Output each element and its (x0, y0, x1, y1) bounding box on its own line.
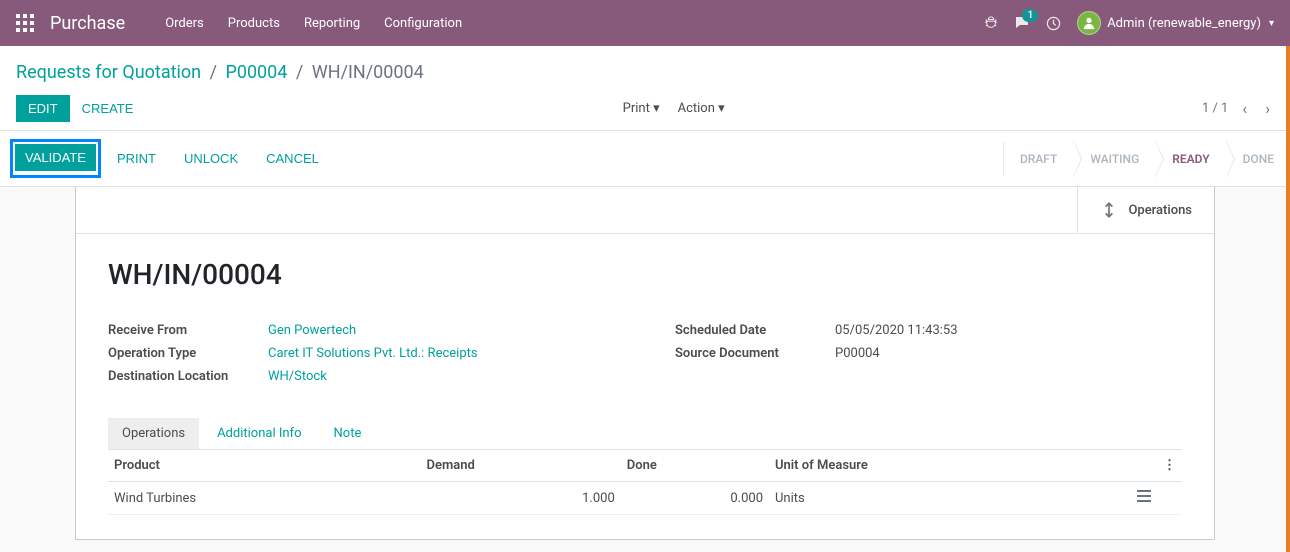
cell-product: Wind Turbines (108, 482, 421, 515)
receive-from-label: Receive From (108, 323, 268, 338)
nav-products[interactable]: Products (228, 16, 280, 31)
scheduled-date-label: Scheduled Date (675, 323, 835, 338)
operation-type-value[interactable]: Caret IT Solutions Pvt. Ltd.: Receipts (268, 346, 478, 361)
caret-down-icon: ▾ (1269, 18, 1274, 29)
chat-count-badge: 1 (1022, 9, 1038, 22)
edit-button[interactable]: Edit (16, 95, 70, 122)
status-ready[interactable]: Ready (1155, 142, 1225, 176)
cancel-button[interactable]: Cancel (254, 145, 331, 172)
avatar (1077, 11, 1101, 35)
row-detail-icon[interactable] (1117, 482, 1157, 515)
destination-label: Destination Location (108, 369, 268, 384)
print-dropdown[interactable]: Print ▾ (623, 101, 660, 116)
pager-text: 1 / 1 (1202, 101, 1228, 116)
status-draft[interactable]: Draft (1003, 142, 1073, 176)
create-button[interactable]: Create (70, 95, 146, 122)
arrows-vertical-icon (1100, 201, 1118, 219)
unlock-button[interactable]: Unlock (172, 145, 250, 172)
apps-icon[interactable] (16, 14, 34, 32)
status-widget: Draft Waiting Ready Done (1003, 142, 1290, 176)
pager-prev[interactable]: ‹ (1238, 99, 1251, 118)
col-product[interactable]: Product (108, 450, 421, 482)
receive-from-value[interactable]: Gen Powertech (268, 323, 356, 338)
col-demand[interactable]: Demand (421, 450, 621, 482)
clock-icon[interactable] (1046, 16, 1061, 31)
validate-button[interactable]: Validate (15, 144, 96, 173)
cell-done: 0.000 (621, 482, 769, 515)
cell-uom: Units (769, 482, 1117, 515)
scheduled-date-value: 05/05/2020 11:43:53 (835, 323, 958, 338)
breadcrumb-p00004[interactable]: P00004 (225, 62, 287, 83)
nav-reporting[interactable]: Reporting (304, 16, 360, 31)
print-button[interactable]: Print (105, 145, 168, 172)
destination-value[interactable]: WH/Stock (268, 369, 327, 384)
caret-down-icon: ▾ (653, 101, 660, 116)
user-name: Admin (renewable_energy) (1107, 16, 1261, 31)
user-menu[interactable]: Admin (renewable_energy) ▾ (1077, 11, 1274, 35)
record-title: WH/IN/00004 (108, 258, 1182, 291)
chat-icon[interactable]: 1 (1014, 15, 1030, 31)
operation-type-label: Operation Type (108, 346, 268, 361)
cell-demand: 1.000 (421, 482, 621, 515)
breadcrumb: Requests for Quotation / P00004 / WH/IN/… (16, 56, 1274, 95)
tab-operations[interactable]: Operations (108, 418, 199, 449)
col-uom[interactable]: Unit of Measure (769, 450, 1117, 482)
breadcrumb-current: WH/IN/00004 (312, 62, 424, 83)
pager-next[interactable]: › (1261, 99, 1274, 118)
col-options[interactable]: ⋮ (1157, 450, 1182, 482)
caret-down-icon: ▾ (718, 101, 725, 116)
tab-additional-info[interactable]: Additional Info (203, 418, 315, 449)
table-row[interactable]: Wind Turbines 1.000 0.000 Units (108, 482, 1182, 515)
app-name[interactable]: Purchase (50, 13, 125, 34)
col-done[interactable]: Done (621, 450, 769, 482)
operations-stat-button[interactable]: Operations (1077, 187, 1214, 234)
status-done[interactable]: Done (1226, 142, 1290, 176)
source-doc-label: Source Document (675, 346, 835, 361)
operations-label: Operations (1128, 203, 1192, 218)
breadcrumb-rfq[interactable]: Requests for Quotation (16, 62, 201, 83)
source-doc-value: P00004 (835, 346, 880, 361)
nav-configuration[interactable]: Configuration (384, 16, 462, 31)
bug-icon[interactable] (984, 16, 998, 30)
tab-note[interactable]: Note (320, 418, 376, 449)
nav-orders[interactable]: Orders (165, 16, 204, 31)
status-waiting[interactable]: Waiting (1073, 142, 1155, 176)
scroll-indicator (1286, 46, 1290, 552)
action-dropdown[interactable]: Action ▾ (678, 101, 725, 116)
